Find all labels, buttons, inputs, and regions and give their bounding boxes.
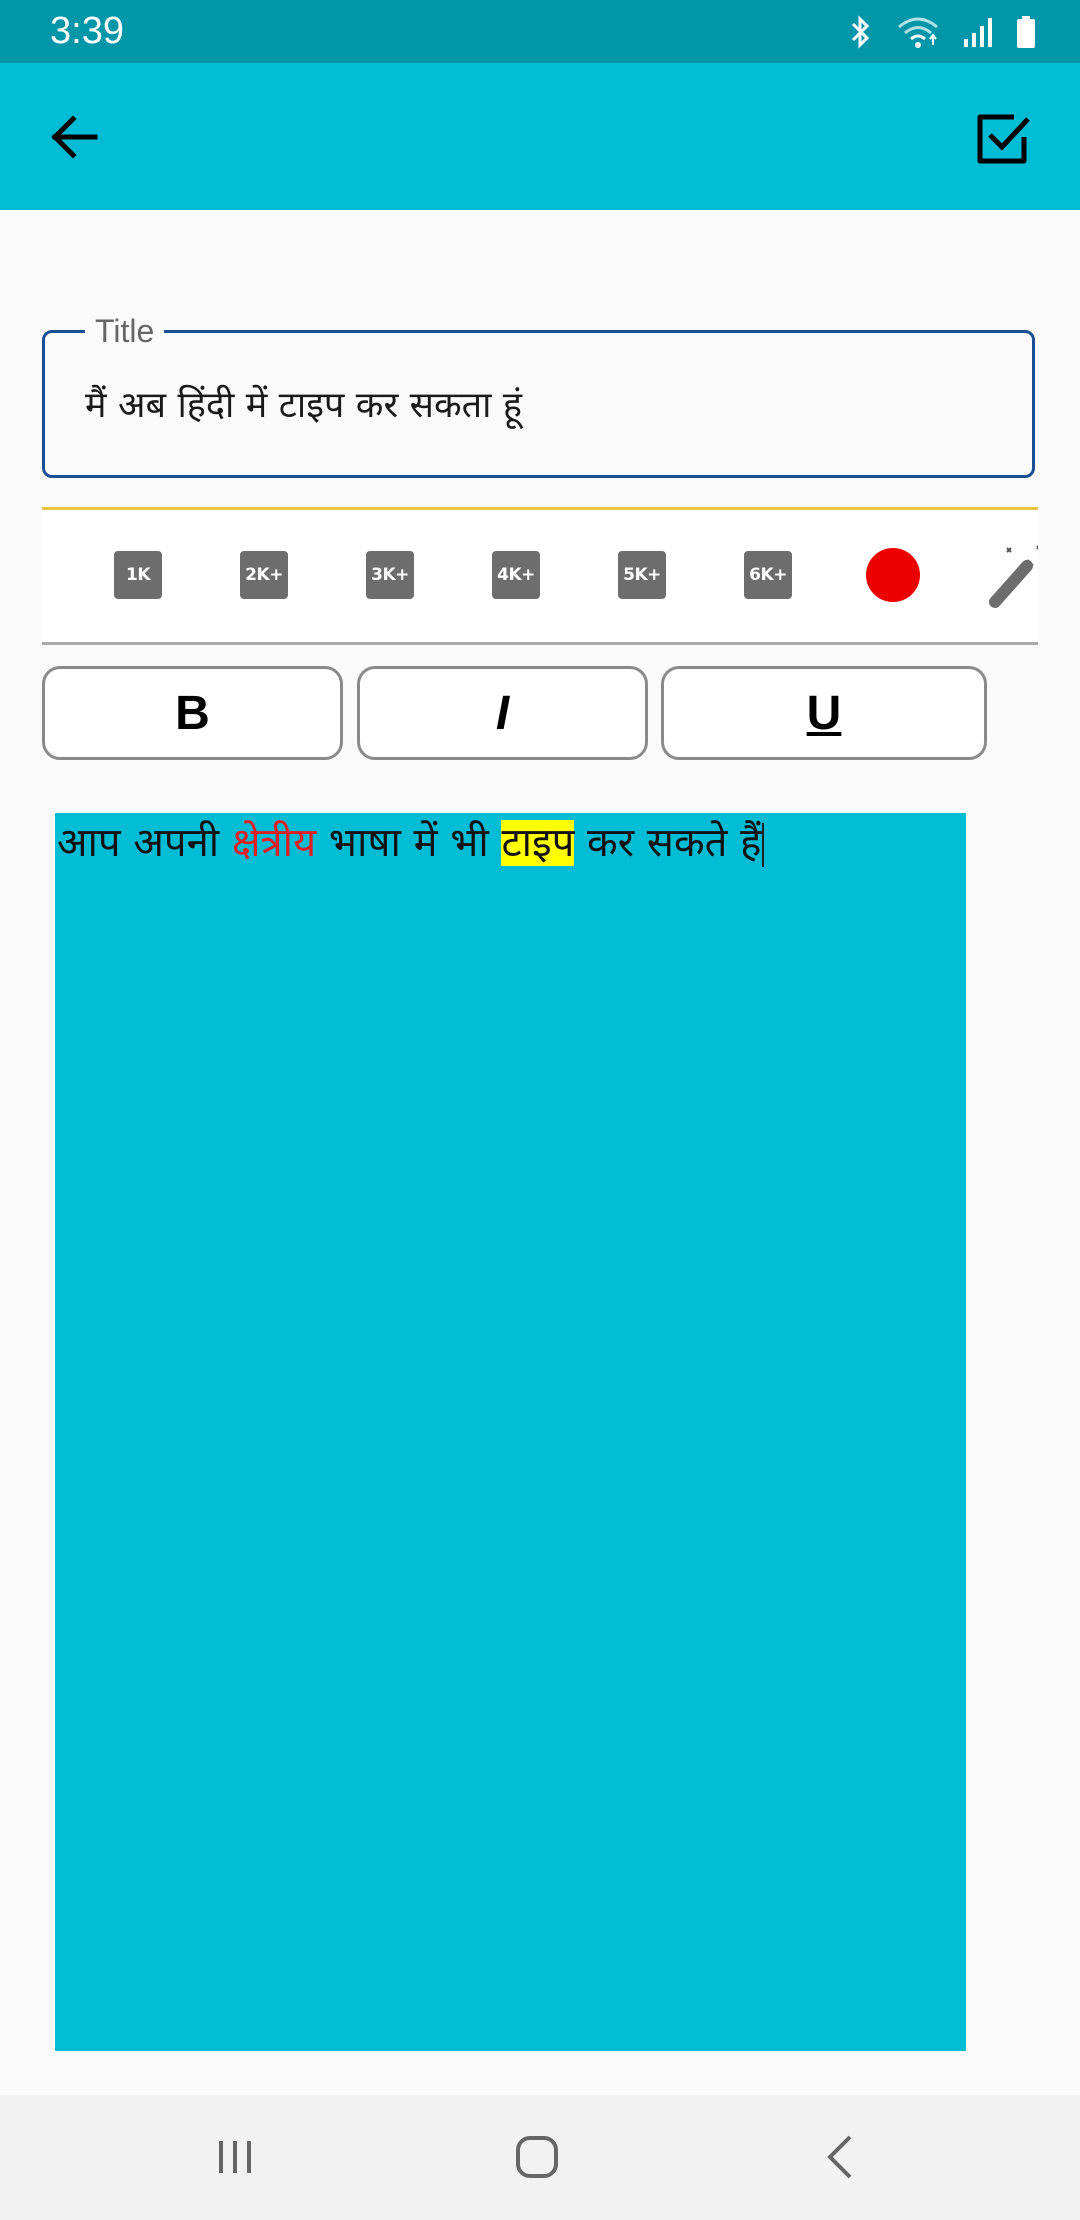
arrow-left-icon <box>51 115 98 159</box>
wifi-icon <box>898 17 938 48</box>
system-nav-bar <box>0 2095 1080 2220</box>
back-button[interactable] <box>40 103 108 171</box>
bold-button[interactable]: B <box>42 666 343 760</box>
editor-text-highlighted: टाइप <box>501 820 575 866</box>
bluetooth-icon <box>851 15 870 49</box>
size-6k-button[interactable]: 6K+ <box>744 551 792 599</box>
back-nav-icon <box>827 2135 852 2179</box>
editor-text-plain: कर सकते हैं <box>574 820 762 866</box>
italic-button[interactable]: I <box>357 666 648 760</box>
battery-icon <box>1017 16 1035 48</box>
status-icons <box>848 14 1036 50</box>
rich-text-editor[interactable]: आप अपनी क्षेत्रीय भाषा में भी टाइप कर सक… <box>55 813 966 2051</box>
recent-apps-button[interactable] <box>205 2127 265 2187</box>
text-size-toolbar: 1K 2K+ 3K+ 4K+ 5K+ 6K+ <box>42 507 1038 645</box>
title-label: Title <box>85 311 165 351</box>
app-bar <box>0 63 1080 210</box>
size-2k-button[interactable]: 2K+ <box>240 551 288 599</box>
check-square-icon <box>977 114 1030 164</box>
title-field[interactable]: Title मैं अब हिंदी में टाइप कर सकता हूं <box>42 311 1035 478</box>
signal-icon <box>964 18 992 47</box>
back-nav-button[interactable] <box>810 2127 870 2187</box>
home-button[interactable] <box>507 2127 567 2187</box>
size-1k-button[interactable]: 1K <box>114 551 162 599</box>
editor-text-plain: आप अपनी <box>57 820 232 866</box>
size-5k-button[interactable]: 5K+ <box>618 551 666 599</box>
color-circle-icon[interactable] <box>866 548 920 602</box>
home-icon <box>516 2136 558 2178</box>
recent-apps-icon <box>219 2141 251 2173</box>
size-3k-button[interactable]: 3K+ <box>366 551 414 599</box>
magic-wand-icon[interactable] <box>987 540 1038 610</box>
size-4k-button[interactable]: 4K+ <box>492 551 540 599</box>
editor-content[interactable]: आप अपनी क्षेत्रीय भाषा में भी टाइप कर सक… <box>57 813 765 873</box>
status-bar: 3:39 <box>0 0 1080 63</box>
editor-text-red: क्षेत्रीय <box>231 820 317 866</box>
editor-text-plain: भाषा में भी <box>316 820 502 866</box>
title-input-value[interactable]: मैं अब हिंदी में टाइप कर सकता हूं <box>85 383 522 429</box>
save-button[interactable] <box>968 103 1040 175</box>
underline-button[interactable]: U <box>661 666 987 760</box>
status-time: 3:39 <box>50 10 124 52</box>
text-cursor <box>762 823 765 867</box>
